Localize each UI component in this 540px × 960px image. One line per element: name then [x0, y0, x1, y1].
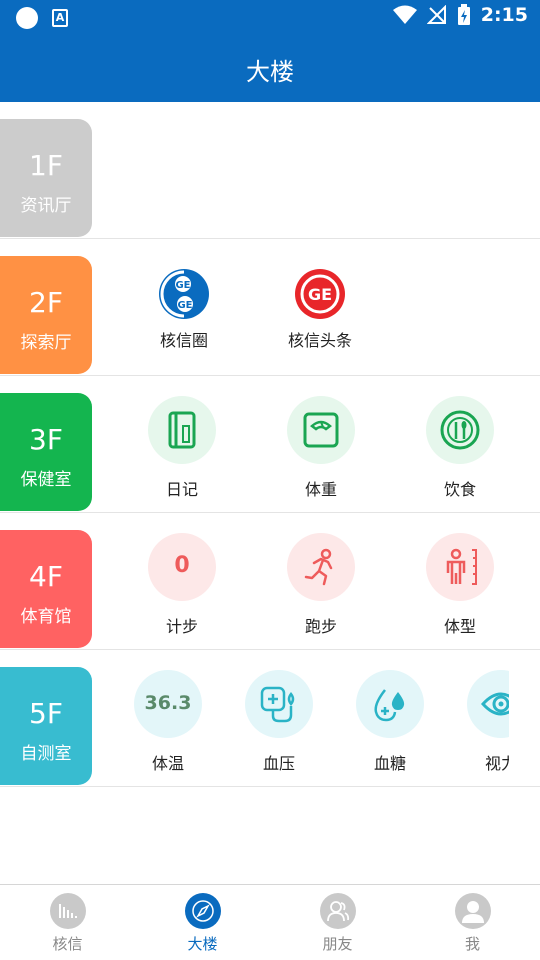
notification-dot-icon	[16, 7, 38, 29]
dining-icon	[426, 396, 494, 464]
hexin-circle-logo-icon: GE GE	[159, 269, 209, 319]
item-temperature[interactable]: 36.3 体温	[118, 670, 218, 774]
item-label: 核信头条	[287, 331, 352, 350]
friends-icon	[319, 893, 356, 929]
page-title: 大楼	[246, 58, 294, 86]
temperature-badge: 36.3	[134, 670, 202, 738]
floor-items: 0 计步 跑步 体型	[100, 513, 510, 649]
status-bar: A 2:15	[0, 0, 540, 36]
floor-number: 5F	[29, 697, 63, 730]
hexin-tab-icon	[49, 893, 86, 929]
item-step-count[interactable]: 0 计步	[132, 533, 232, 637]
diary-icon	[148, 396, 216, 464]
nav-tab-me[interactable]: 我	[405, 893, 540, 954]
floor-row-4f: 4F 体育馆 0 计步 跑步 体型	[0, 513, 540, 650]
profile-icon	[454, 893, 491, 929]
step-count-value: 0	[174, 553, 190, 578]
item-label: 计步	[165, 617, 198, 636]
running-icon	[287, 533, 355, 601]
wifi-icon	[392, 5, 417, 24]
compass-icon	[184, 893, 221, 929]
svg-text:GE: GE	[175, 280, 190, 291]
floor-tab-1f[interactable]: 1F 资讯厅	[0, 119, 92, 237]
body-shape-icon	[426, 533, 494, 601]
floor-row-5f: 5F 自测室 36.3 体温 血压 血糖 视力	[0, 650, 540, 787]
item-label: 体型	[443, 617, 476, 636]
floor-name: 体育馆	[20, 607, 72, 627]
floor-tab-4f[interactable]: 4F 体育馆	[0, 530, 92, 648]
floor-name: 探索厅	[20, 333, 72, 353]
floor-name: 资讯厅	[20, 196, 72, 216]
floor-tab-2f[interactable]: 2F 探索厅	[0, 256, 92, 374]
floor-name: 自测室	[20, 744, 72, 764]
nav-label: 大楼	[187, 935, 218, 953]
item-label: 日记	[165, 480, 198, 499]
no-signal-icon	[426, 5, 446, 24]
nav-label: 我	[464, 935, 480, 953]
status-time: 2:15	[480, 4, 528, 26]
item-label: 体重	[304, 480, 337, 499]
nav-label: 核信	[52, 935, 83, 953]
floor-number: 4F	[29, 560, 63, 593]
a-notification-icon: A	[52, 9, 68, 27]
item-label: 血糖	[373, 754, 406, 773]
item-running[interactable]: 跑步	[271, 533, 371, 637]
floor-name: 保健室	[20, 470, 72, 490]
nav-label: 朋友	[322, 935, 353, 953]
floor-items: 日记 体重 饮食	[100, 376, 510, 512]
floor-list: 1F 资讯厅 2F 探索厅 GE GE 核信圈 GE 核信头条 3F 保健室 日…	[0, 102, 540, 787]
floor-number: 3F	[29, 423, 63, 456]
blood-sugar-icon	[356, 670, 424, 738]
floor-row-3f: 3F 保健室 日记 体重 饮食	[0, 376, 540, 513]
item-label: 跑步	[304, 617, 337, 636]
floor-items: GE GE 核信圈 GE 核信头条	[100, 239, 510, 375]
nav-tab-hexin[interactable]: 核信	[0, 893, 135, 954]
floor-row-2f: 2F 探索厅 GE GE 核信圈 GE 核信头条	[0, 239, 540, 376]
item-weight[interactable]: 体重	[271, 396, 371, 500]
floor-tab-5f[interactable]: 5F 自测室	[0, 667, 92, 785]
floor-row-1f: 1F 资讯厅	[0, 102, 540, 239]
item-hexin-circle[interactable]: GE GE 核信圈	[134, 269, 234, 351]
floor-number: 2F	[29, 286, 63, 319]
blood-pressure-icon	[245, 670, 313, 738]
bottom-nav: 核信 大楼 朋友 我	[0, 884, 540, 960]
item-vision[interactable]: 视力	[451, 670, 509, 774]
floor-items-scroller[interactable]: 36.3 体温 血压 血糖 视力	[100, 650, 509, 786]
item-label: 核信圈	[159, 331, 208, 350]
floor-tab-3f[interactable]: 3F 保健室	[0, 393, 92, 511]
item-blood-sugar[interactable]: 血糖	[340, 670, 440, 774]
battery-charging-icon	[457, 4, 470, 25]
item-diary[interactable]: 日记	[132, 396, 232, 500]
item-diet[interactable]: 饮食	[410, 396, 510, 500]
svg-text:GE: GE	[177, 300, 192, 311]
item-label: 饮食	[443, 480, 476, 499]
hexin-headline-logo-icon: GE	[295, 269, 345, 319]
temperature-value: 36.3	[144, 692, 192, 714]
eye-icon	[467, 670, 509, 738]
item-blood-pressure[interactable]: 血压	[229, 670, 329, 774]
item-label: 血压	[262, 754, 295, 773]
step-count-badge: 0	[148, 533, 216, 601]
nav-tab-friends[interactable]: 朋友	[270, 893, 405, 954]
title-bar: 大楼	[0, 36, 540, 102]
floor-number: 1F	[29, 149, 63, 182]
nav-tab-building[interactable]: 大楼	[135, 893, 270, 954]
item-label: 体温	[151, 754, 184, 773]
item-hexin-headline[interactable]: GE 核信头条	[270, 269, 370, 351]
item-label: 视力	[484, 754, 509, 773]
scale-icon	[287, 396, 355, 464]
svg-text:GE: GE	[308, 285, 332, 304]
item-body-shape[interactable]: 体型	[410, 533, 510, 637]
